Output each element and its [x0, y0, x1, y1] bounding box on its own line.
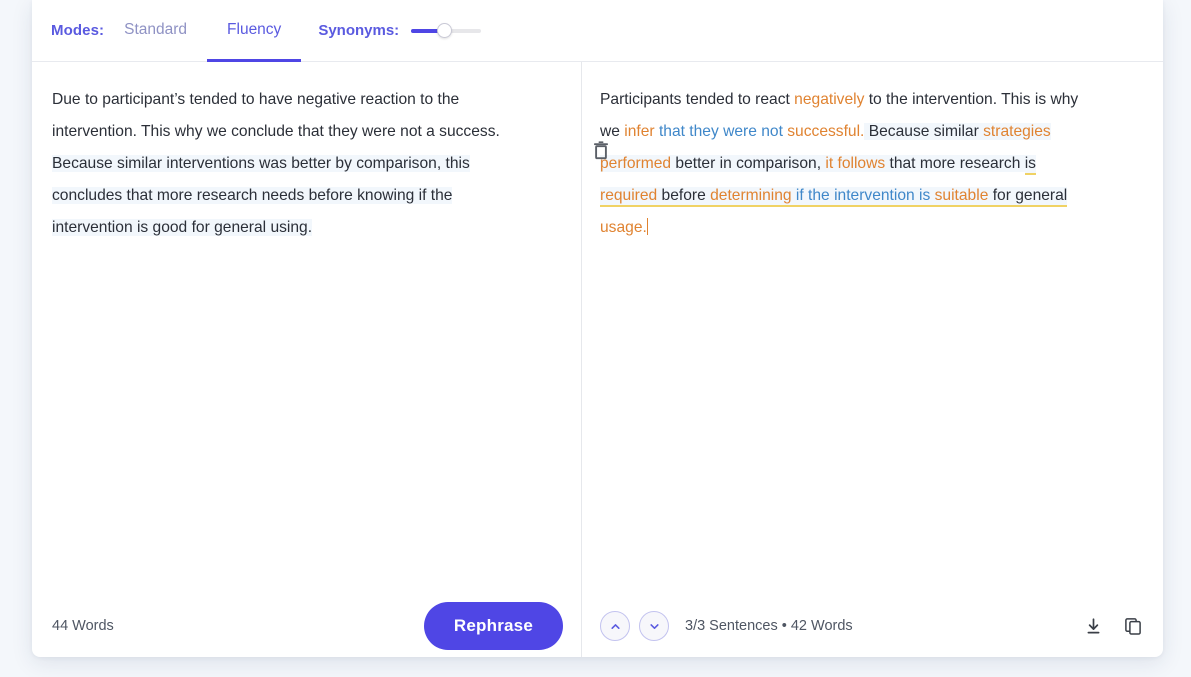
output-run: to the intervention. This is why [864, 91, 1079, 108]
chevron-up-icon[interactable] [600, 611, 630, 641]
input-line: Because similar interventions was better… [52, 148, 559, 180]
input-line: Due to participant’s tended to have nega… [52, 84, 559, 116]
paraphraser-card: Modes: Standard Fluency Synonyms: Due to… [32, 0, 1163, 657]
input-line: intervention is good for general using. [52, 212, 559, 244]
modes-toolbar: Modes: Standard Fluency Synonyms: [32, 0, 1163, 62]
input-panel: Due to participant’s tended to have nega… [32, 62, 608, 657]
input-line-text: intervention is good for general using. [52, 219, 313, 236]
output-run: Participants tended to react [600, 91, 795, 108]
output-run-synonym[interactable]: strategies [983, 123, 1051, 140]
synonyms-control: Synonyms: [318, 0, 482, 61]
input-word-count: 44 Words [52, 618, 114, 634]
output-line: Participants tended to react negatively … [600, 84, 1143, 116]
output-run: better in comparison, [671, 155, 826, 172]
output-run-underlined: for general [988, 187, 1068, 207]
tab-standard-label: Standard [124, 21, 188, 38]
output-run-synonym[interactable]: it follows [825, 155, 886, 172]
output-run-synonym[interactable]: infer [624, 123, 654, 140]
input-line-text: intervention. This why we conclude that … [52, 123, 500, 140]
trash-icon[interactable] [592, 140, 610, 160]
mode-tabs: Standard Fluency [104, 0, 302, 62]
output-actions [1084, 616, 1143, 636]
tab-fluency[interactable]: Fluency [207, 1, 302, 62]
editor-panes: Due to participant’s tended to have nega… [32, 62, 1163, 657]
synonyms-slider[interactable] [411, 22, 482, 40]
output-line: we infer that they were not successful. … [600, 116, 1143, 148]
output-run-synonym[interactable]: usage. [600, 219, 647, 236]
chevron-down-icon[interactable] [639, 611, 669, 641]
copy-icon[interactable] [1123, 616, 1143, 636]
slider-thumb[interactable] [436, 23, 452, 38]
output-textarea[interactable]: Participants tended to react negatively … [582, 62, 1163, 595]
output-word-count: 42 Words [790, 618, 853, 634]
input-line: intervention. This why we conclude that … [52, 116, 559, 148]
output-line: required before determining if the inter… [600, 180, 1143, 212]
synonyms-label: Synonyms: [318, 22, 400, 39]
output-run: that more research [885, 155, 1025, 172]
sentence-counter: 3/3 Sentences [685, 618, 778, 634]
output-panel: Participants tended to react negatively … [582, 62, 1163, 657]
output-line: usage. [600, 212, 1143, 244]
tab-standard[interactable]: Standard [104, 1, 207, 62]
output-run-synonym[interactable]: required [600, 187, 658, 207]
output-run-underlined: before [657, 187, 711, 207]
tab-fluency-label: Fluency [227, 21, 282, 38]
output-run: we [600, 123, 625, 140]
output-line: performed better in comparison, it follo… [600, 148, 1143, 180]
input-line-text: Because similar interventions was better… [52, 155, 470, 172]
output-run-synonym[interactable]: performed [600, 155, 672, 172]
output-run-alt[interactable]: if the intervention is [791, 187, 931, 207]
input-line-text: Due to participant’s tended to have nega… [52, 91, 460, 108]
input-textarea[interactable]: Due to participant’s tended to have nega… [32, 62, 581, 595]
output-run-alt[interactable]: that they were not [655, 123, 783, 140]
output-run-synonym[interactable]: negatively [794, 91, 864, 108]
output-run-synonym[interactable]: determining [710, 187, 792, 207]
input-footer: 44 Words Rephrase [32, 595, 581, 657]
download-icon[interactable] [1084, 617, 1103, 636]
input-line-text: concludes that more research needs befor… [52, 187, 453, 204]
output-stats: 3/3 Sentences • 42 Words [685, 618, 853, 634]
stats-separator: • [781, 618, 787, 634]
rephrase-button[interactable]: Rephrase [423, 602, 563, 650]
output-run-synonym[interactable]: suitable [930, 187, 989, 207]
output-run-underlined[interactable]: is [1024, 155, 1036, 175]
output-run-synonym[interactable]: successful. [783, 123, 864, 140]
text-caret [646, 218, 649, 235]
input-line: concludes that more research needs befor… [52, 180, 559, 212]
output-footer: 3/3 Sentences • 42 Words [582, 595, 1163, 657]
modes-label: Modes: [51, 22, 105, 39]
output-run: Because similar [864, 123, 984, 140]
